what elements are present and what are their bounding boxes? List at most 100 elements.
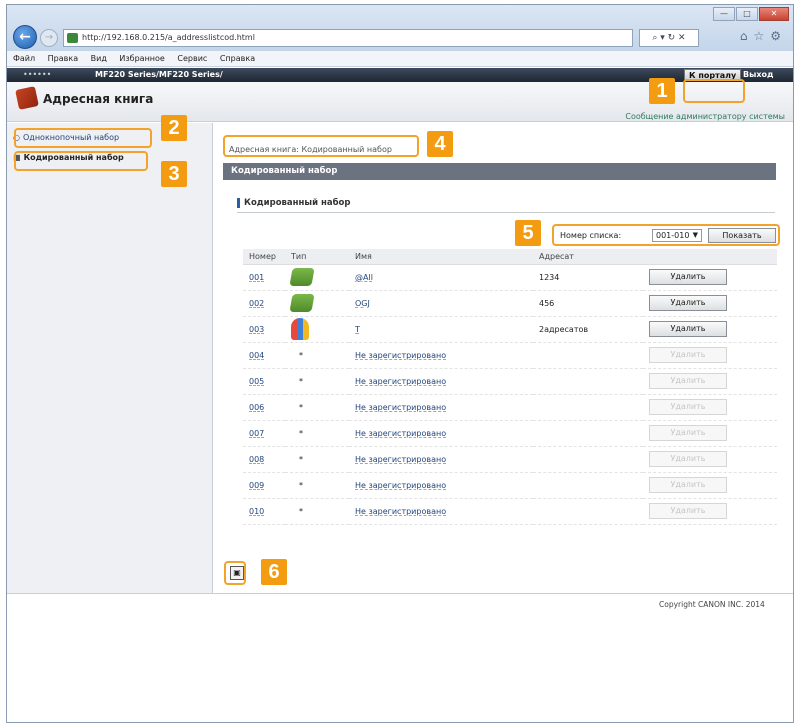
menu-edit[interactable]: Правка <box>48 54 78 63</box>
row-name-link[interactable]: Не зарегистрировано <box>355 507 446 516</box>
forward-arrow-icon[interactable]: → <box>40 29 58 47</box>
logout-link[interactable]: Выход <box>743 68 773 82</box>
row-number-link[interactable]: 008 <box>249 455 264 464</box>
home-icon[interactable]: ⌂ <box>740 29 754 43</box>
row-actions: Удалить <box>643 316 777 343</box>
delete-button[interactable]: Удалить <box>649 269 727 285</box>
table-row: 001 @All 1234 Удалить <box>243 264 777 291</box>
row-actions: Удалить <box>643 420 777 447</box>
menu-tools[interactable]: Сервис <box>177 54 207 63</box>
group-icon <box>291 318 309 340</box>
close-icon[interactable]: ✕ <box>759 7 789 21</box>
maximize-icon[interactable]: □ <box>736 7 758 21</box>
row-actions: Удалить <box>643 472 777 499</box>
row-number-cell: 010 <box>243 498 285 525</box>
type-placeholder: * <box>299 506 303 516</box>
row-name-link[interactable]: Не зарегистрировано <box>355 377 446 386</box>
table-row: 006 * Не зарегистрировано Удалить <box>243 394 777 421</box>
row-name-cell: T <box>349 316 533 343</box>
row-number-link[interactable]: 009 <box>249 481 264 490</box>
row-name-cell: Не зарегистрировано <box>349 420 533 447</box>
row-actions: Удалить <box>643 394 777 421</box>
row-type-cell: * <box>285 368 349 395</box>
list-number-select[interactable]: 001-010 ▼ <box>652 229 702 242</box>
row-destination <box>533 394 643 421</box>
device-name: •••••• <box>23 70 52 79</box>
subheading: Кодированный набор <box>237 198 350 208</box>
row-number-cell: 004 <box>243 342 285 369</box>
row-number-cell: 002 <box>243 290 285 317</box>
row-name-link[interactable]: Не зарегистрировано <box>355 429 446 438</box>
row-actions: Удалить <box>643 264 777 291</box>
row-type-cell: * <box>285 446 349 473</box>
row-destination: 2адресатов <box>533 316 643 343</box>
delete-button[interactable]: Удалить <box>649 295 727 311</box>
row-name-link[interactable]: Не зарегистрировано <box>355 403 446 412</box>
favorites-star-icon[interactable]: ☆ <box>753 29 770 43</box>
address-tools[interactable]: ⌕ ▾ ↻ ✕ <box>639 29 699 47</box>
row-destination <box>533 446 643 473</box>
minimize-icon[interactable]: — <box>713 7 735 21</box>
table-row: 003 T 2адресатов Удалить <box>243 316 777 343</box>
row-number-cell: 007 <box>243 420 285 447</box>
site-favicon-icon <box>67 33 78 43</box>
row-number-link[interactable]: 006 <box>249 403 264 412</box>
row-destination <box>533 342 643 369</box>
col-number: Номер <box>243 249 285 265</box>
table-header-row: Номер Тип Имя Адресат <box>243 249 777 265</box>
callout-3: 3 <box>161 161 187 187</box>
row-name-link[interactable]: T <box>355 325 360 334</box>
browser-window: — □ ✕ ← → http://192.168.0.215/a_address… <box>6 4 794 723</box>
highlight-breadcrumb <box>223 135 419 157</box>
address-bar[interactable]: http://192.168.0.215/a_addresslistcod.ht… <box>63 29 633 47</box>
col-destination: Адресат <box>533 249 643 265</box>
row-name-link[interactable]: Не зарегистрировано <box>355 455 446 464</box>
window-controls: — □ ✕ <box>712 7 789 21</box>
row-destination <box>533 420 643 447</box>
row-number-link[interactable]: 002 <box>249 299 264 308</box>
menu-favorites[interactable]: Избранное <box>119 54 164 63</box>
fax-icon <box>289 294 315 312</box>
row-destination: 1234 <box>533 264 643 291</box>
row-type-cell: * <box>285 472 349 499</box>
row-number-link[interactable]: 007 <box>249 429 264 438</box>
row-actions: Удалить <box>643 446 777 473</box>
delete-button: Удалить <box>649 399 727 415</box>
row-number-cell: 003 <box>243 316 285 343</box>
row-name-cell: Не зарегистрировано <box>349 446 533 473</box>
row-name-link[interactable]: OGJ <box>355 299 370 308</box>
browser-titlebar: — □ ✕ ← → http://192.168.0.215/a_address… <box>7 5 793 51</box>
sysadmin-message-link[interactable]: Сообщение администратору системы <box>625 112 785 121</box>
row-type-cell <box>285 316 349 343</box>
col-type: Тип <box>285 249 349 265</box>
row-name-link[interactable]: Не зарегистрировано <box>355 481 446 490</box>
row-number-link[interactable]: 003 <box>249 325 264 334</box>
menu-help[interactable]: Справка <box>220 54 255 63</box>
delete-button: Удалить <box>649 451 727 467</box>
sidebar: ○ Однокнопочный набор ■ Кодированный набор <box>7 123 213 593</box>
row-name-link[interactable]: Не зарегистрировано <box>355 351 446 360</box>
highlight-sidebar-coded <box>14 151 148 171</box>
row-name-link[interactable]: @All <box>355 273 373 282</box>
row-number-link[interactable]: 004 <box>249 351 264 360</box>
row-destination: 456 <box>533 290 643 317</box>
row-number-cell: 009 <box>243 472 285 499</box>
menu-view[interactable]: Вид <box>91 54 107 63</box>
row-actions: Удалить <box>643 290 777 317</box>
show-button[interactable]: Показать <box>708 228 776 243</box>
highlight-portal <box>683 79 745 103</box>
type-placeholder: * <box>299 428 303 438</box>
coded-dial-table: Номер Тип Имя Адресат 001 @All 1234 Удалить… <box>243 249 777 525</box>
row-destination <box>533 368 643 395</box>
row-number-link[interactable]: 001 <box>249 273 264 282</box>
menu-file[interactable]: Файл <box>13 54 35 63</box>
delete-button: Удалить <box>649 373 727 389</box>
type-placeholder: * <box>299 376 303 386</box>
row-number-link[interactable]: 005 <box>249 377 264 386</box>
row-number-link[interactable]: 010 <box>249 507 264 516</box>
back-arrow-icon[interactable]: ← <box>13 25 37 49</box>
gear-icon[interactable]: ⚙ <box>770 29 787 43</box>
row-actions: Удалить <box>643 342 777 369</box>
table-row: 008 * Не зарегистрировано Удалить <box>243 446 777 473</box>
delete-button[interactable]: Удалить <box>649 321 727 337</box>
